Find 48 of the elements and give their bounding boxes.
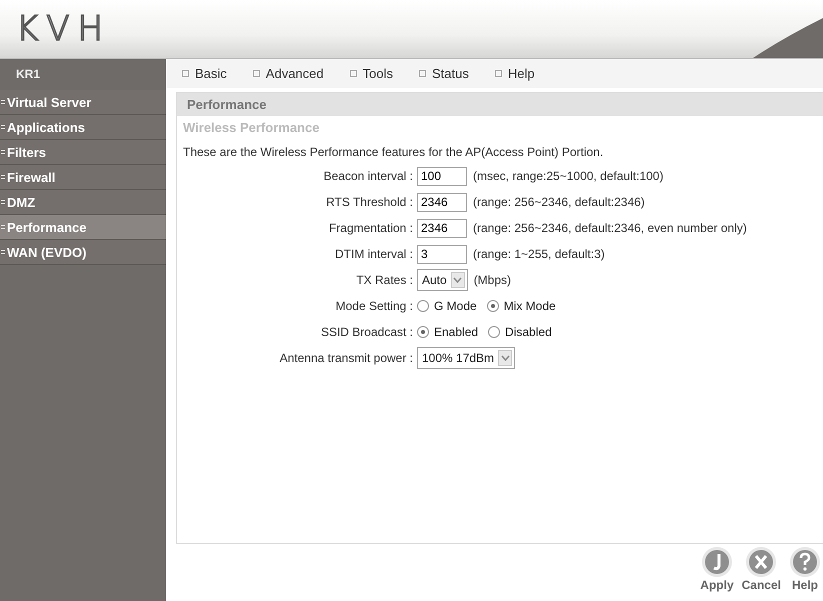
sidebar-item[interactable]: Firewall — [0, 165, 166, 190]
input-field[interactable]: 3 — [417, 244, 467, 264]
dropdown[interactable]: Auto — [417, 269, 468, 291]
radio-option[interactable]: Mix Mode — [486, 299, 556, 313]
input-field[interactable]: 2346 — [417, 192, 467, 212]
help-button[interactable]: Help — [787, 546, 823, 592]
sidebar-item[interactable]: Filters — [0, 140, 166, 165]
field-label: Antenna transmit power : — [278, 351, 414, 365]
nav-link[interactable]: Tools — [350, 66, 393, 81]
panel-title: Performance — [177, 93, 823, 116]
caret-icon — [450, 272, 465, 288]
sidebar-item[interactable]: Performance — [0, 215, 166, 240]
sidebar-item[interactable]: WAN (EVDO) — [0, 240, 166, 265]
field-hint: (msec, range:25~1000, default:100) — [473, 169, 664, 183]
sidebar-item[interactable]: DMZ — [0, 190, 166, 215]
nav-link[interactable]: Advanced — [252, 66, 324, 81]
close-icon — [745, 546, 778, 578]
field-hint: (range: 1~255, default:3) — [473, 247, 605, 261]
panel-subtitle: Wireless Performance — [182, 119, 320, 137]
field-label: Beacon interval : — [322, 169, 414, 183]
field-hint: (Mbps) — [474, 273, 512, 287]
nav-link[interactable]: Help — [494, 66, 535, 81]
field-label: TX Rates : — [355, 273, 414, 287]
device-name: KR1 — [0, 59, 166, 88]
field-hint: (range: 256~2346, default:2346, even number only) — [473, 221, 747, 235]
caret-icon — [498, 350, 512, 366]
input-field[interactable]: 100 — [417, 166, 467, 186]
field-label: Fragmentation : — [328, 221, 414, 235]
dropdown[interactable]: 100% 17dBm — [417, 347, 516, 369]
field-hint: (range: 256~2346, default:2346) — [473, 195, 645, 209]
apply-button[interactable]: Apply — [698, 546, 736, 592]
nav-link[interactable]: Status — [418, 66, 469, 81]
radio-option[interactable]: G Mode — [417, 299, 477, 313]
description: These are the Wireless Performance features for the AP(Access Point) Portion. — [182, 144, 604, 161]
swoosh-drawing — [753, 18, 823, 58]
field-label: DTIM interval : — [334, 247, 414, 261]
logo: KVH — [16, 9, 112, 49]
field-label: Mode Setting : — [334, 299, 414, 313]
radio-option[interactable]: Enabled — [417, 325, 478, 339]
sidebar-item[interactable]: Virtual Server — [0, 90, 166, 115]
sidebar-item[interactable]: Applications — [0, 115, 166, 140]
cancel-button[interactable]: Cancel — [740, 546, 783, 592]
nav-link[interactable]: Basic — [182, 66, 227, 81]
field-label: RTS Threshold : — [325, 195, 414, 209]
radio-option[interactable]: Disabled — [488, 325, 552, 339]
checkmark-icon — [700, 546, 733, 578]
field-label: SSID Broadcast : — [320, 325, 414, 339]
input-field[interactable]: 2346 — [417, 218, 467, 238]
